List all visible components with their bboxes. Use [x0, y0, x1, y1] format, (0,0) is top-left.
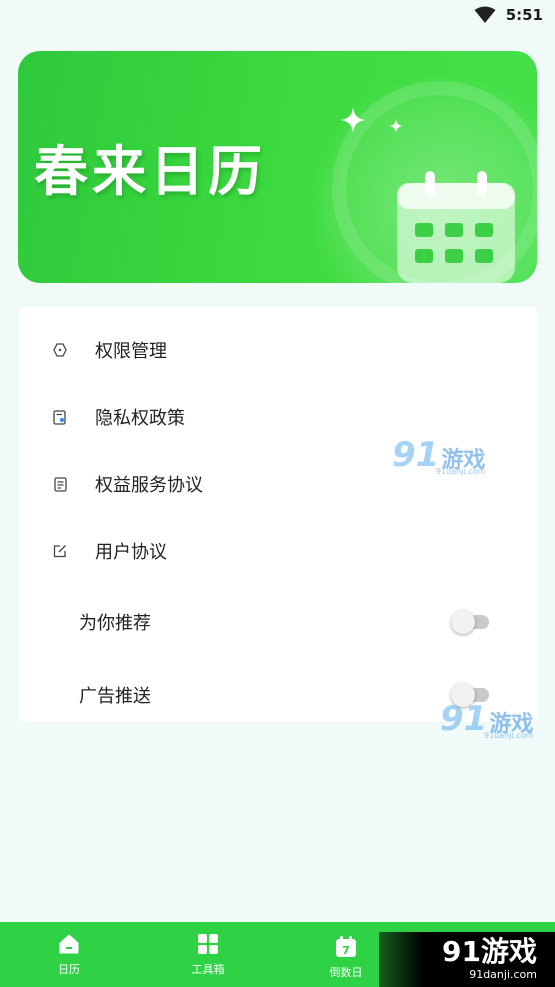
wifi-icon — [474, 6, 496, 23]
menu-item-label: 权限管理 — [95, 341, 167, 362]
screen: 5:51 春来日历 权限管理 隐私权政策 权益服务协议 用户协议 为你推荐 广告… — [0, 0, 555, 987]
document-icon — [52, 476, 68, 492]
sparkle-small-icon — [389, 119, 403, 133]
sparkle-icon — [340, 107, 366, 133]
status-bar: 5:51 — [0, 0, 555, 30]
app-title: 春来日历 — [34, 140, 266, 203]
menu-item-user-agreement[interactable]: 用户协议 — [19, 521, 537, 581]
calendar-badge: 7 — [342, 944, 350, 957]
privacy-doc-icon — [52, 409, 68, 425]
nav-label: 倒数日 — [329, 965, 363, 979]
toggle-label: 广告推送 — [79, 686, 151, 707]
corner-watermark-site: 91danji.com — [469, 968, 537, 981]
edit-doc-icon — [52, 543, 68, 559]
calendar-7-icon: 7 — [336, 935, 356, 957]
nav-label: 日历 — [58, 962, 80, 976]
home-icon — [59, 934, 79, 953]
calendar-icon — [397, 171, 515, 283]
menu-item-permissions[interactable]: 权限管理 — [19, 320, 537, 380]
corner-watermark: 91游戏 91danji.com — [379, 932, 555, 987]
nav-item-toolbox[interactable]: 工具箱 — [168, 922, 248, 987]
nav-item-countdown[interactable]: 7 倒数日 — [306, 925, 386, 987]
watermark-site: 91danji.com — [484, 731, 534, 740]
toggle-knob — [451, 610, 475, 634]
corner-watermark-title: 91游戏 — [442, 935, 537, 968]
hexagon-icon — [52, 342, 68, 358]
settings-card: 权限管理 隐私权政策 权益服务协议 用户协议 为你推荐 广告推送 — [19, 307, 537, 722]
nav-item-calendar[interactable]: 日历 — [29, 922, 109, 987]
watermark-logo: 91 游戏 91danji.com — [440, 699, 533, 740]
status-time: 5:51 — [505, 6, 543, 24]
toggle-label: 为你推荐 — [79, 613, 151, 634]
header-banner: 春来日历 — [18, 51, 537, 283]
watermark-num: 91 — [440, 699, 488, 739]
menu-item-label: 用户协议 — [95, 542, 167, 563]
nav-label: 工具箱 — [191, 962, 225, 976]
watermark-num: 91 — [392, 435, 440, 475]
menu-item-label: 权益服务协议 — [95, 475, 203, 496]
grid-icon — [198, 933, 218, 954]
toggle-row-recommend: 为你推荐 — [19, 592, 537, 652]
recommend-toggle[interactable] — [451, 610, 491, 634]
menu-item-label: 隐私权政策 — [95, 408, 185, 429]
watermark-logo: 91 游戏 91danji.com — [392, 435, 485, 476]
watermark-site: 91danji.com — [436, 467, 486, 476]
